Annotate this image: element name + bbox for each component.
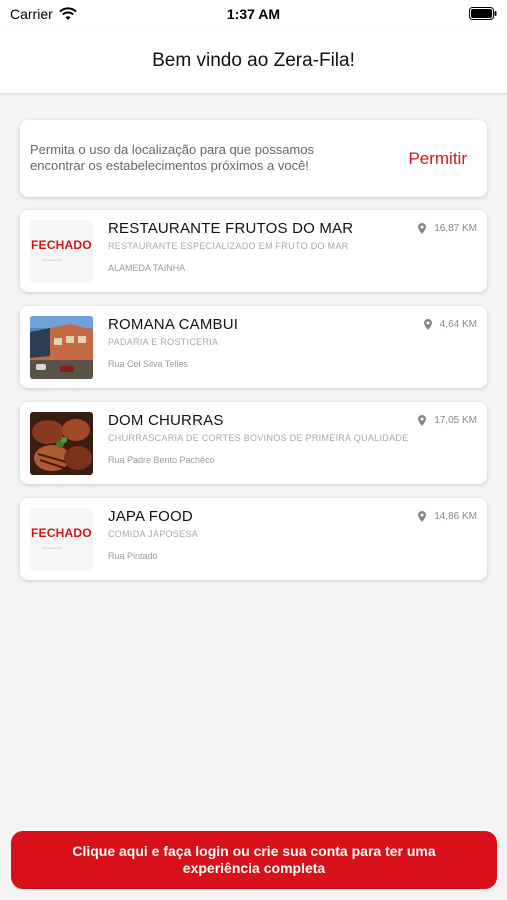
location-permission-text: Permita o uso da localização para que po… bbox=[30, 142, 314, 173]
restaurant-address: Rua Pintado bbox=[108, 551, 158, 561]
closed-thumbnail-decoration: ▬▬▬▬ bbox=[42, 257, 62, 263]
location-pin-icon bbox=[418, 415, 427, 426]
restaurant-category: CHURRASCARIA DE CORTES BOVINOS DE PRIMEI… bbox=[108, 433, 409, 443]
closed-thumbnail-decoration: ▬▬▬▬ bbox=[42, 545, 62, 551]
restaurant-name: RESTAURANTE FRUTOS DO MAR bbox=[108, 220, 354, 237]
restaurant-address: Rua Padre Bento Pachêco bbox=[108, 455, 215, 465]
location-pin-icon bbox=[418, 223, 427, 234]
location-permission-card: Permita o uso da localização para que po… bbox=[20, 120, 487, 197]
closed-label: FECHADO bbox=[31, 526, 92, 540]
restaurant-category: RESTAURANTE ESPECIALIZADO EM FRUTO DO MA… bbox=[108, 241, 349, 251]
restaurant-address: ALAMEDA TAINHA bbox=[108, 263, 186, 273]
restaurant-list: FECHADO ▬▬▬▬ RESTAURANTE FRUTOS DO MAR R… bbox=[20, 210, 487, 594]
restaurant-name: JAPA FOOD bbox=[108, 508, 193, 525]
closed-thumbnail: FECHADO ▬▬▬▬ bbox=[30, 508, 93, 571]
restaurant-card[interactable]: DOM CHURRAS CHURRASCARIA DE CORTES BOVIN… bbox=[20, 402, 487, 484]
allow-location-button[interactable]: Permitir bbox=[408, 149, 467, 169]
restaurant-photo bbox=[30, 316, 93, 379]
restaurant-distance: 17,05 KM bbox=[418, 415, 477, 426]
login-signup-button[interactable]: Clique aqui e faça login ou crie sua con… bbox=[11, 831, 497, 889]
clock: 1:37 AM bbox=[226, 6, 281, 22]
location-pin-icon bbox=[418, 511, 427, 522]
distance-value: 14,86 KM bbox=[434, 511, 477, 522]
navigation-bar: Bem vindo ao Zera-Fila! bbox=[0, 28, 507, 94]
restaurant-address: Rua Cel Silva Telles bbox=[108, 359, 188, 369]
closed-thumbnail: FECHADO ▬▬▬▬ bbox=[30, 220, 93, 283]
building-photo bbox=[30, 316, 93, 379]
restaurant-distance: 4,64 KM bbox=[423, 319, 477, 330]
status-bar: Carrier 1:37 AM bbox=[0, 0, 507, 28]
restaurant-photo bbox=[30, 412, 93, 475]
login-signup-label: Clique aqui e faça login ou crie sua con… bbox=[72, 843, 436, 876]
location-pin-icon bbox=[423, 319, 432, 330]
page-title: Bem vindo ao Zera-Fila! bbox=[152, 50, 355, 71]
restaurant-distance: 16,87 KM bbox=[418, 223, 477, 234]
restaurant-name: DOM CHURRAS bbox=[108, 412, 224, 429]
distance-value: 16,87 KM bbox=[434, 223, 477, 234]
battery-icon bbox=[469, 7, 497, 20]
steak-photo bbox=[30, 412, 93, 475]
distance-value: 4,64 KM bbox=[439, 319, 477, 330]
restaurant-distance: 14,86 KM bbox=[418, 511, 477, 522]
restaurant-card[interactable]: FECHADO ▬▬▬▬ JAPA FOOD COMIDA JAPOSESA R… bbox=[20, 498, 487, 580]
restaurant-card[interactable]: ROMANA CAMBUI PADARIA E ROSTICERIA Rua C… bbox=[20, 306, 487, 388]
restaurant-card[interactable]: FECHADO ▬▬▬▬ RESTAURANTE FRUTOS DO MAR R… bbox=[20, 210, 487, 292]
restaurant-name: ROMANA CAMBUI bbox=[108, 316, 239, 333]
restaurant-category: PADARIA E ROSTICERIA bbox=[108, 337, 219, 347]
distance-value: 17,05 KM bbox=[434, 415, 477, 426]
closed-label: FECHADO bbox=[31, 238, 92, 252]
restaurant-category: COMIDA JAPOSESA bbox=[108, 529, 199, 539]
